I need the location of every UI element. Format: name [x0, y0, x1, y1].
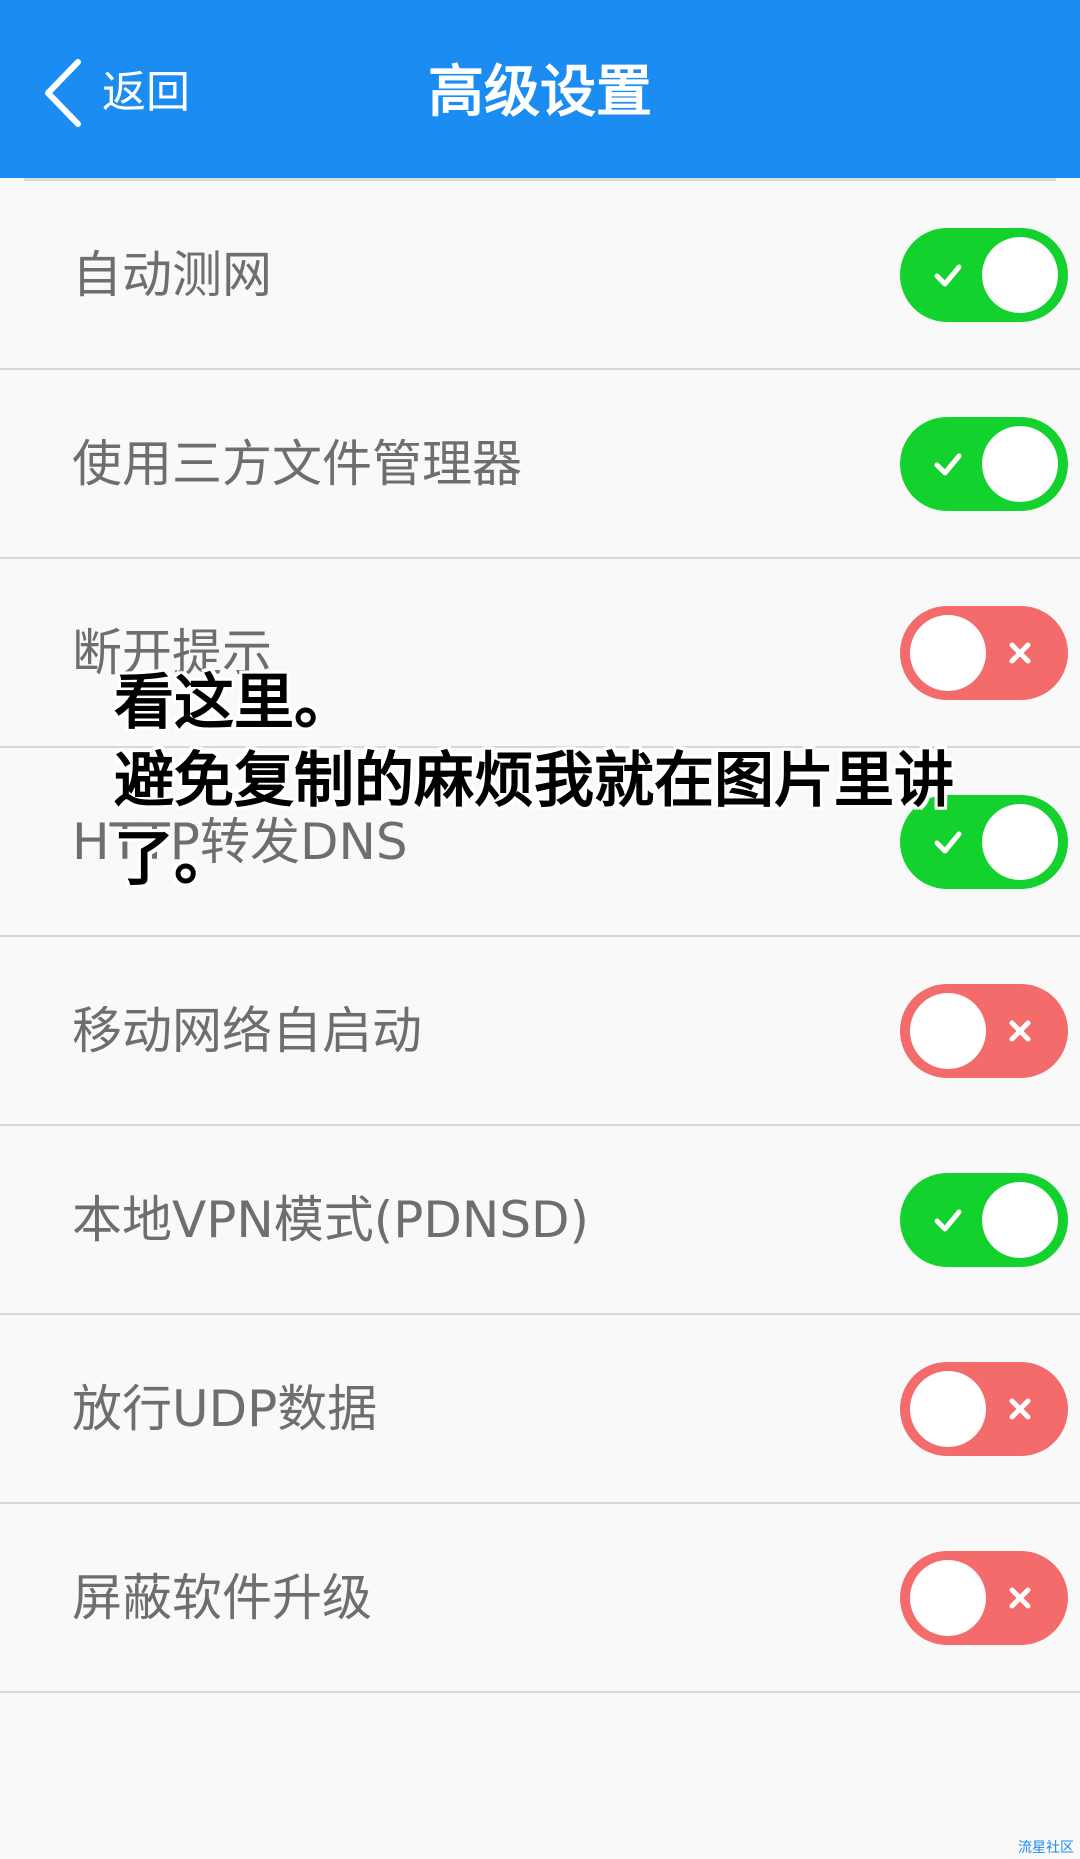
setting-label: 使用三方文件管理器: [72, 435, 522, 493]
toggle-switch[interactable]: [900, 1550, 1068, 1645]
setting-label: 本地VPN模式(PDNSD): [72, 1191, 590, 1249]
x-icon: [1009, 642, 1031, 663]
toggle-switch[interactable]: [900, 416, 1068, 511]
setting-label: HTTP转发DNS: [72, 813, 408, 871]
advanced-settings-screen: 返回 高级设置 自动测网 使用三方文件管理器 断开提示 HTTP转发DNS 移动…: [0, 0, 1080, 1859]
toggle-knob: [982, 425, 1058, 502]
toggle-knob: [910, 992, 986, 1069]
setting-label: 屏蔽软件升级: [72, 1569, 372, 1627]
x-icon: [1009, 1020, 1031, 1041]
check-icon: [934, 264, 962, 286]
setting-row-mobile-network-autostart: 移动网络自启动: [0, 937, 1080, 1126]
toggle-knob: [982, 236, 1058, 313]
toggle-knob: [910, 614, 986, 691]
page-title: 高级设置: [428, 60, 652, 125]
check-icon: [934, 831, 962, 853]
check-icon: [934, 453, 962, 475]
setting-row-auto-test-network: 自动测网: [0, 181, 1080, 370]
setting-row-http-forward-dns: HTTP转发DNS: [0, 748, 1080, 937]
setting-row-disconnect-prompt: 断开提示: [0, 559, 1080, 748]
check-icon: [934, 1209, 962, 1231]
toggle-switch[interactable]: [900, 1361, 1068, 1456]
toggle-knob: [910, 1370, 986, 1447]
watermark: 流星社区: [1018, 1839, 1074, 1855]
toggle-switch[interactable]: [900, 983, 1068, 1078]
toggle-knob: [910, 1559, 986, 1636]
settings-list: 自动测网 使用三方文件管理器 断开提示 HTTP转发DNS 移动网络自启动 本地…: [0, 181, 1080, 1693]
setting-row-third-party-file-manager: 使用三方文件管理器: [0, 370, 1080, 559]
setting-row-allow-udp: 放行UDP数据: [0, 1315, 1080, 1504]
x-icon: [1009, 1587, 1031, 1608]
setting-label: 放行UDP数据: [72, 1380, 378, 1438]
setting-row-local-vpn-mode: 本地VPN模式(PDNSD): [0, 1126, 1080, 1315]
toggle-knob: [982, 803, 1058, 880]
toggle-switch[interactable]: [900, 605, 1068, 700]
setting-label: 断开提示: [72, 624, 272, 682]
toggle-switch[interactable]: [900, 227, 1068, 322]
toggle-switch[interactable]: [900, 794, 1068, 889]
setting-label: 移动网络自启动: [72, 1002, 422, 1060]
top-bar: 返回 高级设置: [0, 0, 1080, 178]
toggle-switch[interactable]: [900, 1172, 1068, 1267]
setting-label: 自动测网: [72, 246, 272, 304]
toggle-knob: [982, 1181, 1058, 1258]
x-icon: [1009, 1398, 1031, 1419]
setting-row-block-updates: 屏蔽软件升级: [0, 1504, 1080, 1693]
